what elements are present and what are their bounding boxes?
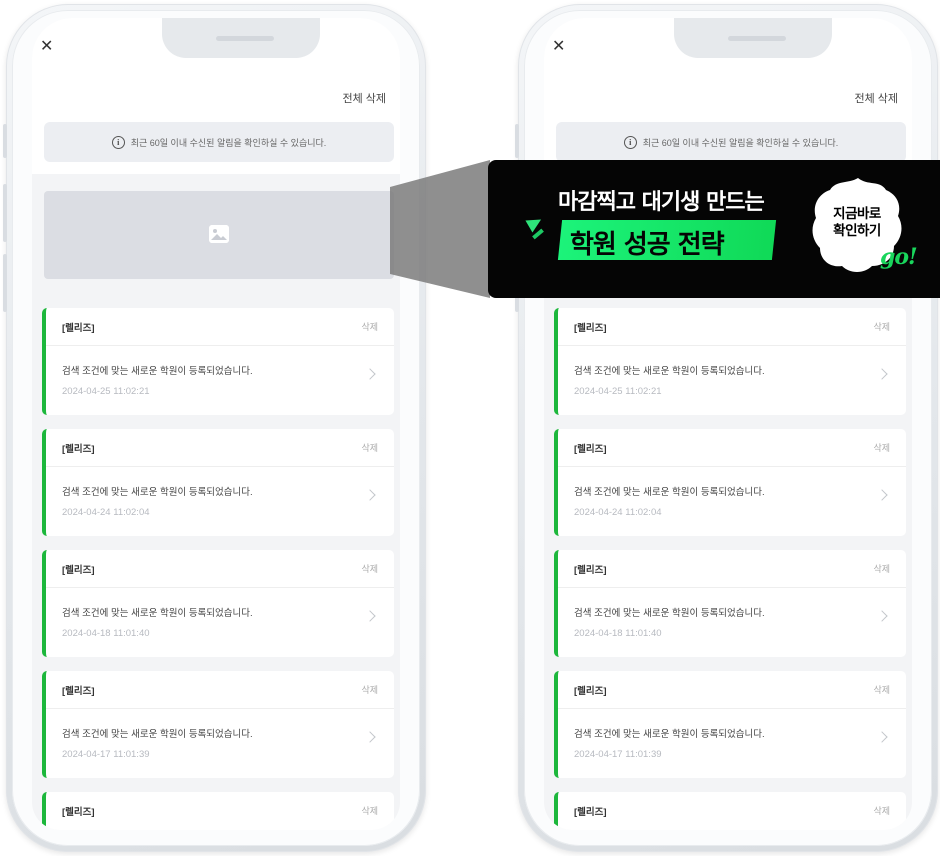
notification-date: 2024-04-24 11:02:04: [574, 507, 662, 518]
phone-frame-right: ✕ 전체 삭제 i 최근 60일 이내 수신된 알림을 확인하실 수 있습니다.…: [515, 4, 938, 852]
delete-button[interactable]: 삭제: [361, 804, 378, 817]
chevron-right-icon[interactable]: [876, 610, 888, 622]
delete-button[interactable]: 삭제: [873, 804, 890, 817]
divider: [558, 466, 906, 467]
cta-line: 확인하기: [833, 223, 881, 239]
phone-side-button: [3, 184, 7, 242]
notification-card[interactable]: [렐리즈] 삭제: [554, 792, 906, 830]
divider: [558, 587, 906, 588]
notification-tag: [렐리즈]: [574, 444, 607, 455]
notification-date: 2024-04-18 11:01:40: [62, 628, 150, 639]
image-icon: [209, 225, 229, 243]
ad-headline: 마감찍고 대기생 만드는: [558, 190, 765, 215]
notification-card[interactable]: [렐리즈] 삭제 검색 조건에 맞는 새로운 학원이 등록되었습니다. 2024…: [42, 671, 394, 778]
chevron-right-icon[interactable]: [364, 368, 376, 380]
notification-card[interactable]: [렐리즈] 삭제 검색 조건에 맞는 새로운 학원이 등록되었습니다. 2024…: [554, 550, 906, 657]
delete-all-button[interactable]: 전체 삭제: [342, 90, 386, 106]
cta-line: 지금바로: [833, 206, 881, 222]
delete-button[interactable]: 삭제: [361, 441, 378, 454]
notification-message: 검색 조건에 맞는 새로운 학원이 등록되었습니다.: [62, 366, 253, 377]
notification-tag: [렐리즈]: [62, 444, 95, 455]
phone-notch: [674, 18, 832, 58]
notification-message: 검색 조건에 맞는 새로운 학원이 등록되었습니다.: [62, 487, 253, 498]
speaker-grill: [216, 36, 274, 41]
notification-card[interactable]: [렐리즈] 삭제 검색 조건에 맞는 새로운 학원이 등록되었습니다. 2024…: [554, 429, 906, 536]
notification-card[interactable]: [렐리즈] 삭제 검색 조건에 맞는 새로운 학원이 등록되었습니다. 2024…: [42, 429, 394, 536]
delete-button[interactable]: 삭제: [873, 683, 890, 696]
notification-date: 2024-04-25 11:02:21: [62, 386, 150, 397]
phone-frame-left: ✕ 전체 삭제 i 최근 60일 이내 수신된 알림을 확인하실 수 있습니다.…: [3, 4, 426, 852]
notice-box: i 최근 60일 이내 수신된 알림을 확인하실 수 있습니다.: [556, 122, 906, 162]
notification-tag: [렐리즈]: [62, 686, 95, 697]
notification-message: 검색 조건에 맞는 새로운 학원이 등록되었습니다.: [574, 366, 765, 377]
notice-text: 최근 60일 이내 수신된 알림을 확인하실 수 있습니다.: [642, 137, 839, 148]
notification-tag: [렐리즈]: [62, 565, 95, 576]
notification-card[interactable]: [렐리즈] 삭제: [42, 792, 394, 830]
chevron-right-icon[interactable]: [364, 489, 376, 501]
ad-subheadline: 학원 성공 전략: [570, 230, 725, 260]
delete-button[interactable]: 삭제: [873, 441, 890, 454]
notification-date: 2024-04-25 11:02:21: [574, 386, 662, 397]
info-icon: i: [623, 135, 637, 149]
ad-banner[interactable]: 마감찍고 대기생 만드는 학원 성공 전략 지금바로 확인하기 go!: [488, 160, 940, 298]
divider: [46, 345, 394, 346]
chevron-right-icon[interactable]: [876, 489, 888, 501]
notification-card[interactable]: [렐리즈] 삭제 검색 조건에 맞는 새로운 학원이 등록되었습니다. 2024…: [554, 671, 906, 778]
notification-message: 검색 조건에 맞는 새로운 학원이 등록되었습니다.: [62, 729, 253, 740]
phone-side-button: [515, 124, 519, 158]
notification-card[interactable]: [렐리즈] 삭제 검색 조건에 맞는 새로운 학원이 등록되었습니다. 2024…: [554, 308, 906, 415]
notice-text: 최근 60일 이내 수신된 알림을 확인하실 수 있습니다.: [130, 137, 327, 148]
chevron-right-icon[interactable]: [364, 610, 376, 622]
notification-tag: [렐리즈]: [574, 686, 607, 697]
divider: [46, 587, 394, 588]
chevron-right-icon[interactable]: [876, 731, 888, 743]
delete-button[interactable]: 삭제: [361, 562, 378, 575]
phone-side-button: [3, 254, 7, 312]
app-screen-right: ✕ 전체 삭제 i 최근 60일 이내 수신된 알림을 확인하실 수 있습니다.…: [544, 18, 912, 830]
close-icon[interactable]: ✕: [552, 38, 565, 54]
divider: [558, 345, 906, 346]
notification-date: 2024-04-17 11:01:39: [62, 749, 150, 760]
delete-button[interactable]: 삭제: [361, 320, 378, 333]
chevron-right-icon[interactable]: [876, 368, 888, 380]
cta-button[interactable]: 지금바로 확인하기: [816, 206, 898, 240]
notification-tag: [렐리즈]: [574, 807, 607, 818]
chevron-right-icon[interactable]: [364, 731, 376, 743]
banner-image-placeholder[interactable]: [44, 191, 394, 279]
notification-list: [렐리즈] 삭제 검색 조건에 맞는 새로운 학원이 등록되었습니다. 2024…: [42, 308, 394, 830]
close-icon[interactable]: ✕: [40, 38, 53, 54]
go-label: go!: [880, 244, 918, 270]
notification-message: 검색 조건에 맞는 새로운 학원이 등록되었습니다.: [574, 729, 765, 740]
notification-message: 검색 조건에 맞는 새로운 학원이 등록되었습니다.: [574, 487, 765, 498]
notification-date: 2024-04-18 11:01:40: [574, 628, 662, 639]
divider: [558, 708, 906, 709]
notification-date: 2024-04-17 11:01:39: [574, 749, 662, 760]
divider: [46, 708, 394, 709]
notification-tag: [렐리즈]: [62, 323, 95, 334]
delete-button[interactable]: 삭제: [361, 683, 378, 696]
speaker-grill: [728, 36, 786, 41]
notification-list: [렐리즈] 삭제 검색 조건에 맞는 새로운 학원이 등록되었습니다. 2024…: [554, 308, 906, 830]
notification-message: 검색 조건에 맞는 새로운 학원이 등록되었습니다.: [62, 608, 253, 619]
notification-tag: [렐리즈]: [574, 565, 607, 576]
notification-message: 검색 조건에 맞는 새로운 학원이 등록되었습니다.: [574, 608, 765, 619]
notification-tag: [렐리즈]: [574, 323, 607, 334]
delete-button[interactable]: 삭제: [873, 320, 890, 333]
phone-side-button: [3, 124, 7, 158]
notification-card[interactable]: [렐리즈] 삭제 검색 조건에 맞는 새로운 학원이 등록되었습니다. 2024…: [42, 550, 394, 657]
delete-button[interactable]: 삭제: [873, 562, 890, 575]
phone-notch: [162, 18, 320, 58]
divider: [46, 466, 394, 467]
notification-card[interactable]: [렐리즈] 삭제 검색 조건에 맞는 새로운 학원이 등록되었습니다. 2024…: [42, 308, 394, 415]
notification-tag: [렐리즈]: [62, 807, 95, 818]
notice-box: i 최근 60일 이내 수신된 알림을 확인하실 수 있습니다.: [44, 122, 394, 162]
app-screen-left: ✕ 전체 삭제 i 최근 60일 이내 수신된 알림을 확인하실 수 있습니다.…: [32, 18, 400, 830]
delete-all-button[interactable]: 전체 삭제: [854, 90, 898, 106]
notification-date: 2024-04-24 11:02:04: [62, 507, 150, 518]
info-icon: i: [111, 135, 125, 149]
